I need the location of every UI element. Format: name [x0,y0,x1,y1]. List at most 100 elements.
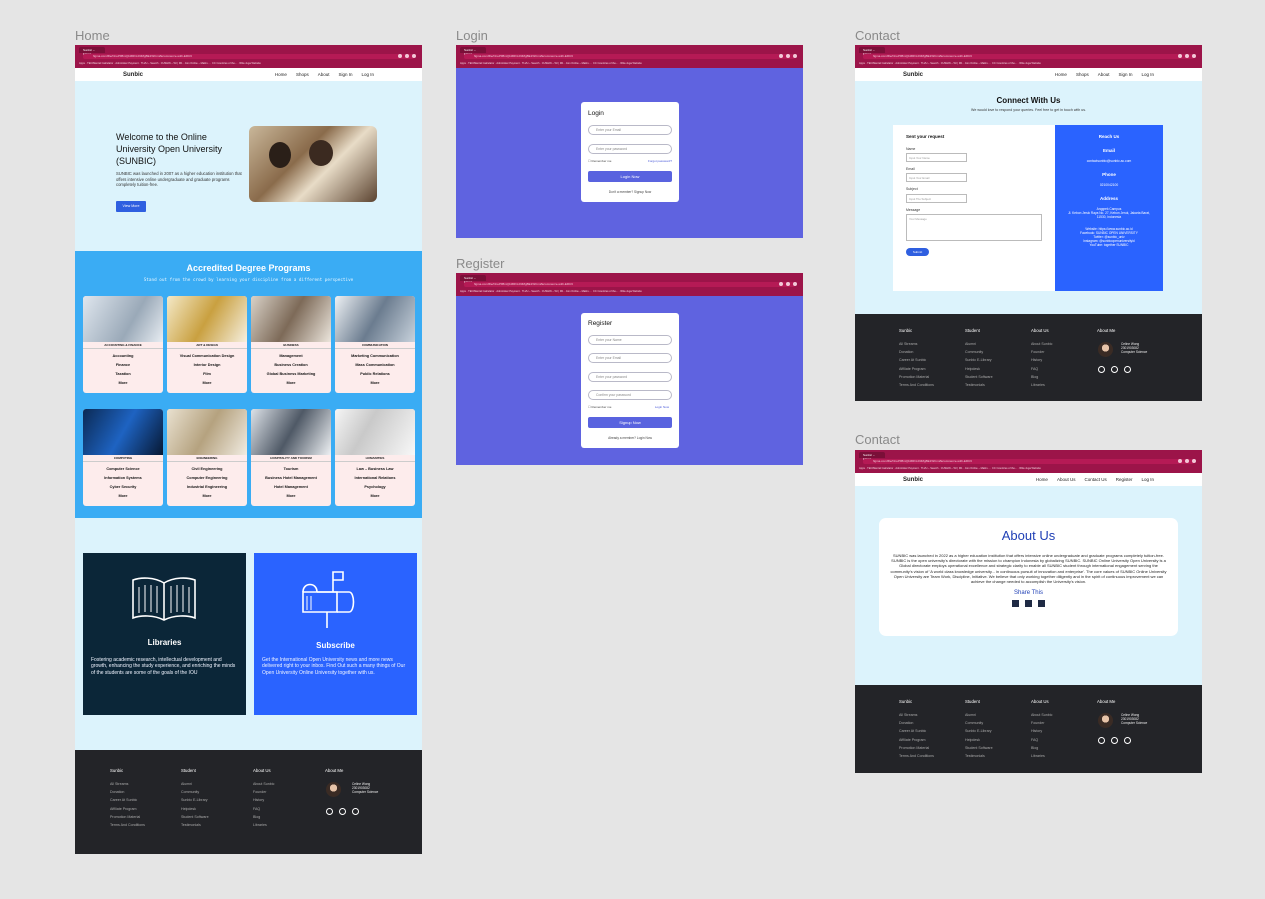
profile-icon[interactable] [1185,54,1189,58]
footer-link[interactable]: All Streams [899,340,934,348]
card-more-link[interactable]: More [167,494,247,498]
footer-link[interactable]: FAQ [1031,736,1052,744]
bookmarks-bar[interactable]: Apps · TEC/Mental Calculator · Administe… [460,61,799,66]
remember-checkbox[interactable]: ☐ Remember me [588,159,611,163]
remember-checkbox[interactable]: ☐ Remember me [588,405,611,409]
footer-link[interactable]: Founder [253,788,274,796]
footer-link[interactable]: Helpdesk [965,736,993,744]
card-item[interactable]: Taxation [83,372,163,376]
login-prompt-link[interactable]: Already a member? Login Now [581,436,679,440]
submit-button[interactable]: Submit [906,248,929,256]
forgot-password-link[interactable]: Forgot password? [648,159,672,163]
footer-link[interactable]: Terms And Conditions [899,752,934,760]
instagram-icon[interactable] [1025,600,1032,608]
menu-icon[interactable] [412,54,416,58]
nav-sign-in[interactable]: Sign In [1118,72,1132,77]
footer-link[interactable]: Blog [1031,373,1052,381]
program-card-art-design[interactable]: ART & DESIGN Visual Communication Design I… [167,296,247,393]
program-card-accounting[interactable]: ACCOUNTING & FINANCE Accounting Finance Tax… [83,296,163,393]
card-more-link[interactable]: More [335,381,415,385]
browser-tab[interactable]: Sunbic – Figma [79,47,105,56]
footer-link[interactable]: Terms And Conditions [110,821,145,829]
instagram-icon[interactable] [339,808,346,815]
facebook-icon[interactable] [1012,600,1019,608]
twitter-icon[interactable] [1038,600,1045,608]
card-more-link[interactable]: More [251,381,331,385]
footer-link[interactable]: All Streams [110,780,145,788]
subject-input[interactable]: Input The Subject [906,194,967,203]
extension-icon[interactable] [398,54,402,58]
footer-link[interactable]: History [1031,356,1052,364]
nav-shops[interactable]: Shops [1076,72,1089,77]
email-input[interactable]: Enter your Email [588,125,672,135]
menu-icon[interactable] [793,54,797,58]
card-item[interactable]: Information Systems [83,476,163,480]
browser-tab[interactable]: Sunbic – Figma [460,47,486,56]
confirm-password-input[interactable]: Confirm your password [588,390,672,400]
card-item[interactable]: International Relations [335,476,415,480]
footer-link[interactable]: Career At Sunbic [899,727,934,735]
card-item[interactable]: Accounting [83,354,163,358]
footer-link[interactable]: Libraries [1031,752,1052,760]
footer-link[interactable]: Affiliate Program [110,805,145,813]
footer-link[interactable]: Promotion Material [899,744,934,752]
password-input[interactable]: Enter your password [588,144,672,154]
footer-link[interactable]: Donation [110,788,145,796]
card-item[interactable]: Business Hotel Management [251,476,331,480]
signup-prompt-link[interactable]: Don't a member? Signup Now [581,190,679,194]
footer-link[interactable]: Blog [253,813,274,821]
card-item[interactable]: Visual Communication Design [167,354,247,358]
footer-link[interactable]: Helpdesk [181,805,209,813]
footer-link[interactable]: Libraries [1031,381,1052,389]
program-card-engineering[interactable]: ENGINEERING Civil Engineering Computer Eng… [167,409,247,506]
footer-link[interactable]: Community [181,788,209,796]
footer-link[interactable]: Testimonials [965,381,993,389]
nav-home[interactable]: Home [1036,477,1048,482]
facebook-icon[interactable] [326,808,333,815]
card-item[interactable]: Marketing Communication [335,354,415,358]
footer-link[interactable]: Donation [899,719,934,727]
nav-home[interactable]: Home [275,72,287,77]
card-more-link[interactable]: More [251,494,331,498]
card-item[interactable]: Public Relations [335,372,415,376]
footer-link[interactable]: Helpdesk [965,365,993,373]
address-bar[interactable]: figma.com/file/OnuPlf8mQ1MRhLR3MgBE1WCmt… [464,282,795,287]
bookmarks-bar[interactable]: Apps · TEC/Mental Calculator · Administe… [859,61,1198,66]
profile-icon[interactable] [405,54,409,58]
bookmarks-bar[interactable]: Apps · TEC/Mental Calculator · Administe… [79,61,418,66]
footer-link[interactable]: Libraries [253,821,274,829]
site-brand[interactable]: Sunbic [903,477,923,483]
footer-link[interactable]: Career At Sunbic [899,356,934,364]
footer-link[interactable]: About Sunbic [1031,711,1052,719]
site-brand[interactable]: Sunbic [123,72,143,78]
address-bar[interactable]: figma.com/file/OnuPlf8mQ1MRhLR3MgBE1WCmt… [83,54,414,59]
footer-link[interactable]: All Streams [899,711,934,719]
nav-about[interactable]: About [1098,72,1110,77]
signup-button[interactable]: Signup Now [588,417,672,428]
card-item[interactable]: Finance [83,363,163,367]
footer-link[interactable]: History [253,796,274,804]
nav-sign-in[interactable]: Sign In [338,72,352,77]
card-item[interactable]: Computer Engineering [167,476,247,480]
card-item[interactable]: Film [167,372,247,376]
menu-icon[interactable] [1192,54,1196,58]
nav-home[interactable]: Home [1055,72,1067,77]
card-item[interactable]: Business Creation [251,363,331,367]
footer-link[interactable]: Testimonials [181,821,209,829]
footer-link[interactable]: Alumni [181,780,209,788]
extension-icon[interactable] [1178,54,1182,58]
address-bar[interactable]: figma.com/file/OnuPlf8mQ1MRhLR3MgBE1WCmt… [863,54,1194,59]
menu-icon[interactable] [793,282,797,286]
program-card-business[interactable]: BUSINESS Management Business Creation Globa… [251,296,331,393]
nav-log-in[interactable]: Log In [1141,72,1154,77]
card-item[interactable]: Law – Business Law [335,467,415,471]
browser-tab[interactable]: Sunbic – Figma [859,47,885,56]
footer-link[interactable]: Founder [1031,348,1052,356]
bookmarks-bar[interactable]: Apps · TEC/Mental Calculator · Administe… [460,289,799,294]
nav-register[interactable]: Register [1116,477,1133,482]
program-card-humanities[interactable]: HUMANITIES Law – Business Law Internationa… [335,409,415,506]
footer-link[interactable]: Sunbic E-Library [181,796,209,804]
nav-contact-us[interactable]: Contact Us [1084,477,1106,482]
footer-link[interactable]: Founder [1031,719,1052,727]
facebook-icon[interactable] [1098,737,1105,744]
